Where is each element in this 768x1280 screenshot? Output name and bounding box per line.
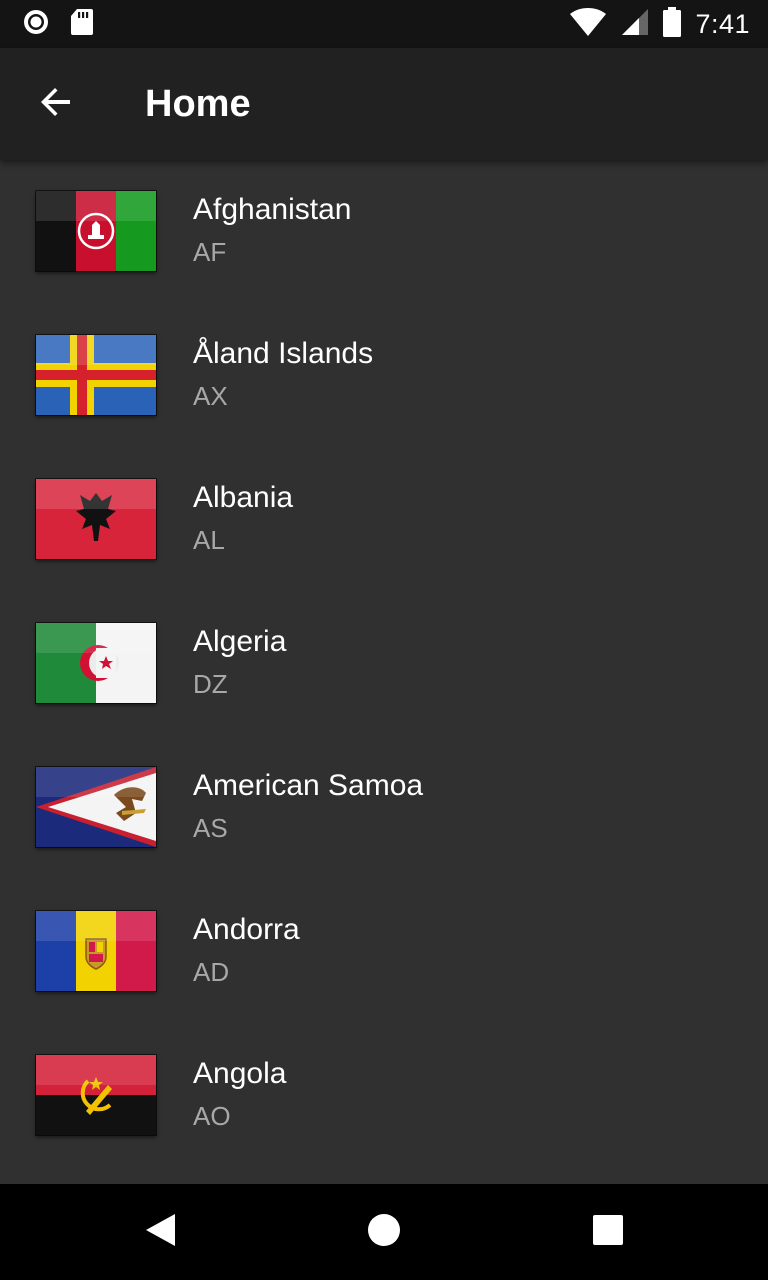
country-name: Afghanistan: [193, 193, 352, 226]
status-time: 7:41: [695, 8, 750, 39]
country-name: Algeria: [193, 625, 287, 658]
battery-icon: [663, 6, 682, 42]
nav-recents-button[interactable]: [584, 1208, 632, 1256]
country-list[interactable]: Afghanistan AF Åland Islands AX Albania …: [0, 160, 768, 1184]
wifi-icon: [569, 7, 607, 42]
recents-square-icon: [592, 1214, 624, 1251]
list-item[interactable]: Angola AO: [0, 1024, 768, 1168]
back-triangle-icon: [143, 1212, 177, 1253]
flag-as-icon: [36, 767, 156, 847]
flag-ao-icon: [36, 1055, 156, 1135]
list-item[interactable]: Afghanistan AF: [0, 160, 768, 304]
country-code: AS: [193, 813, 228, 843]
country-name: Albania: [193, 481, 294, 514]
country-code: AD: [193, 957, 230, 987]
country-code: AL: [193, 525, 225, 555]
list-item[interactable]: Andorra AD: [0, 880, 768, 1024]
flag-dz-icon: [36, 623, 156, 703]
screen: 7:41 Home Afghanistan AF Åland Islands A…: [0, 0, 768, 1280]
arrow-back-icon: [38, 84, 74, 125]
flag-al-icon: [36, 479, 156, 559]
record-icon: [22, 8, 50, 41]
page-title: Home: [145, 83, 251, 125]
country-name: Andorra: [193, 913, 300, 946]
cellular-signal-icon: [621, 8, 649, 41]
sd-card-icon: [70, 8, 94, 41]
country-code: AX: [193, 381, 228, 411]
country-code: AF: [193, 237, 227, 267]
country-name: Angola: [193, 1057, 287, 1090]
country-name: American Samoa: [193, 769, 424, 802]
country-code: DZ: [193, 669, 228, 699]
back-button[interactable]: [24, 72, 88, 136]
status-bar: 7:41: [0, 0, 768, 48]
app-bar: Home: [0, 48, 768, 160]
status-left-icons: [22, 8, 94, 41]
home-circle-icon: [366, 1212, 402, 1253]
flag-ax-icon: [36, 335, 156, 415]
list-item[interactable]: American Samoa AS: [0, 736, 768, 880]
flag-af-icon: [36, 191, 156, 271]
nav-home-button[interactable]: [360, 1208, 408, 1256]
nav-back-button[interactable]: [136, 1208, 184, 1256]
navigation-bar: [0, 1184, 768, 1280]
list-item[interactable]: Åland Islands AX: [0, 304, 768, 448]
country-code: AO: [193, 1101, 231, 1131]
list-item[interactable]: Algeria DZ: [0, 592, 768, 736]
list-item[interactable]: Albania AL: [0, 448, 768, 592]
flag-ad-icon: [36, 911, 156, 991]
country-name: Åland Islands: [193, 337, 374, 370]
status-right-icons: 7:41: [569, 6, 750, 42]
